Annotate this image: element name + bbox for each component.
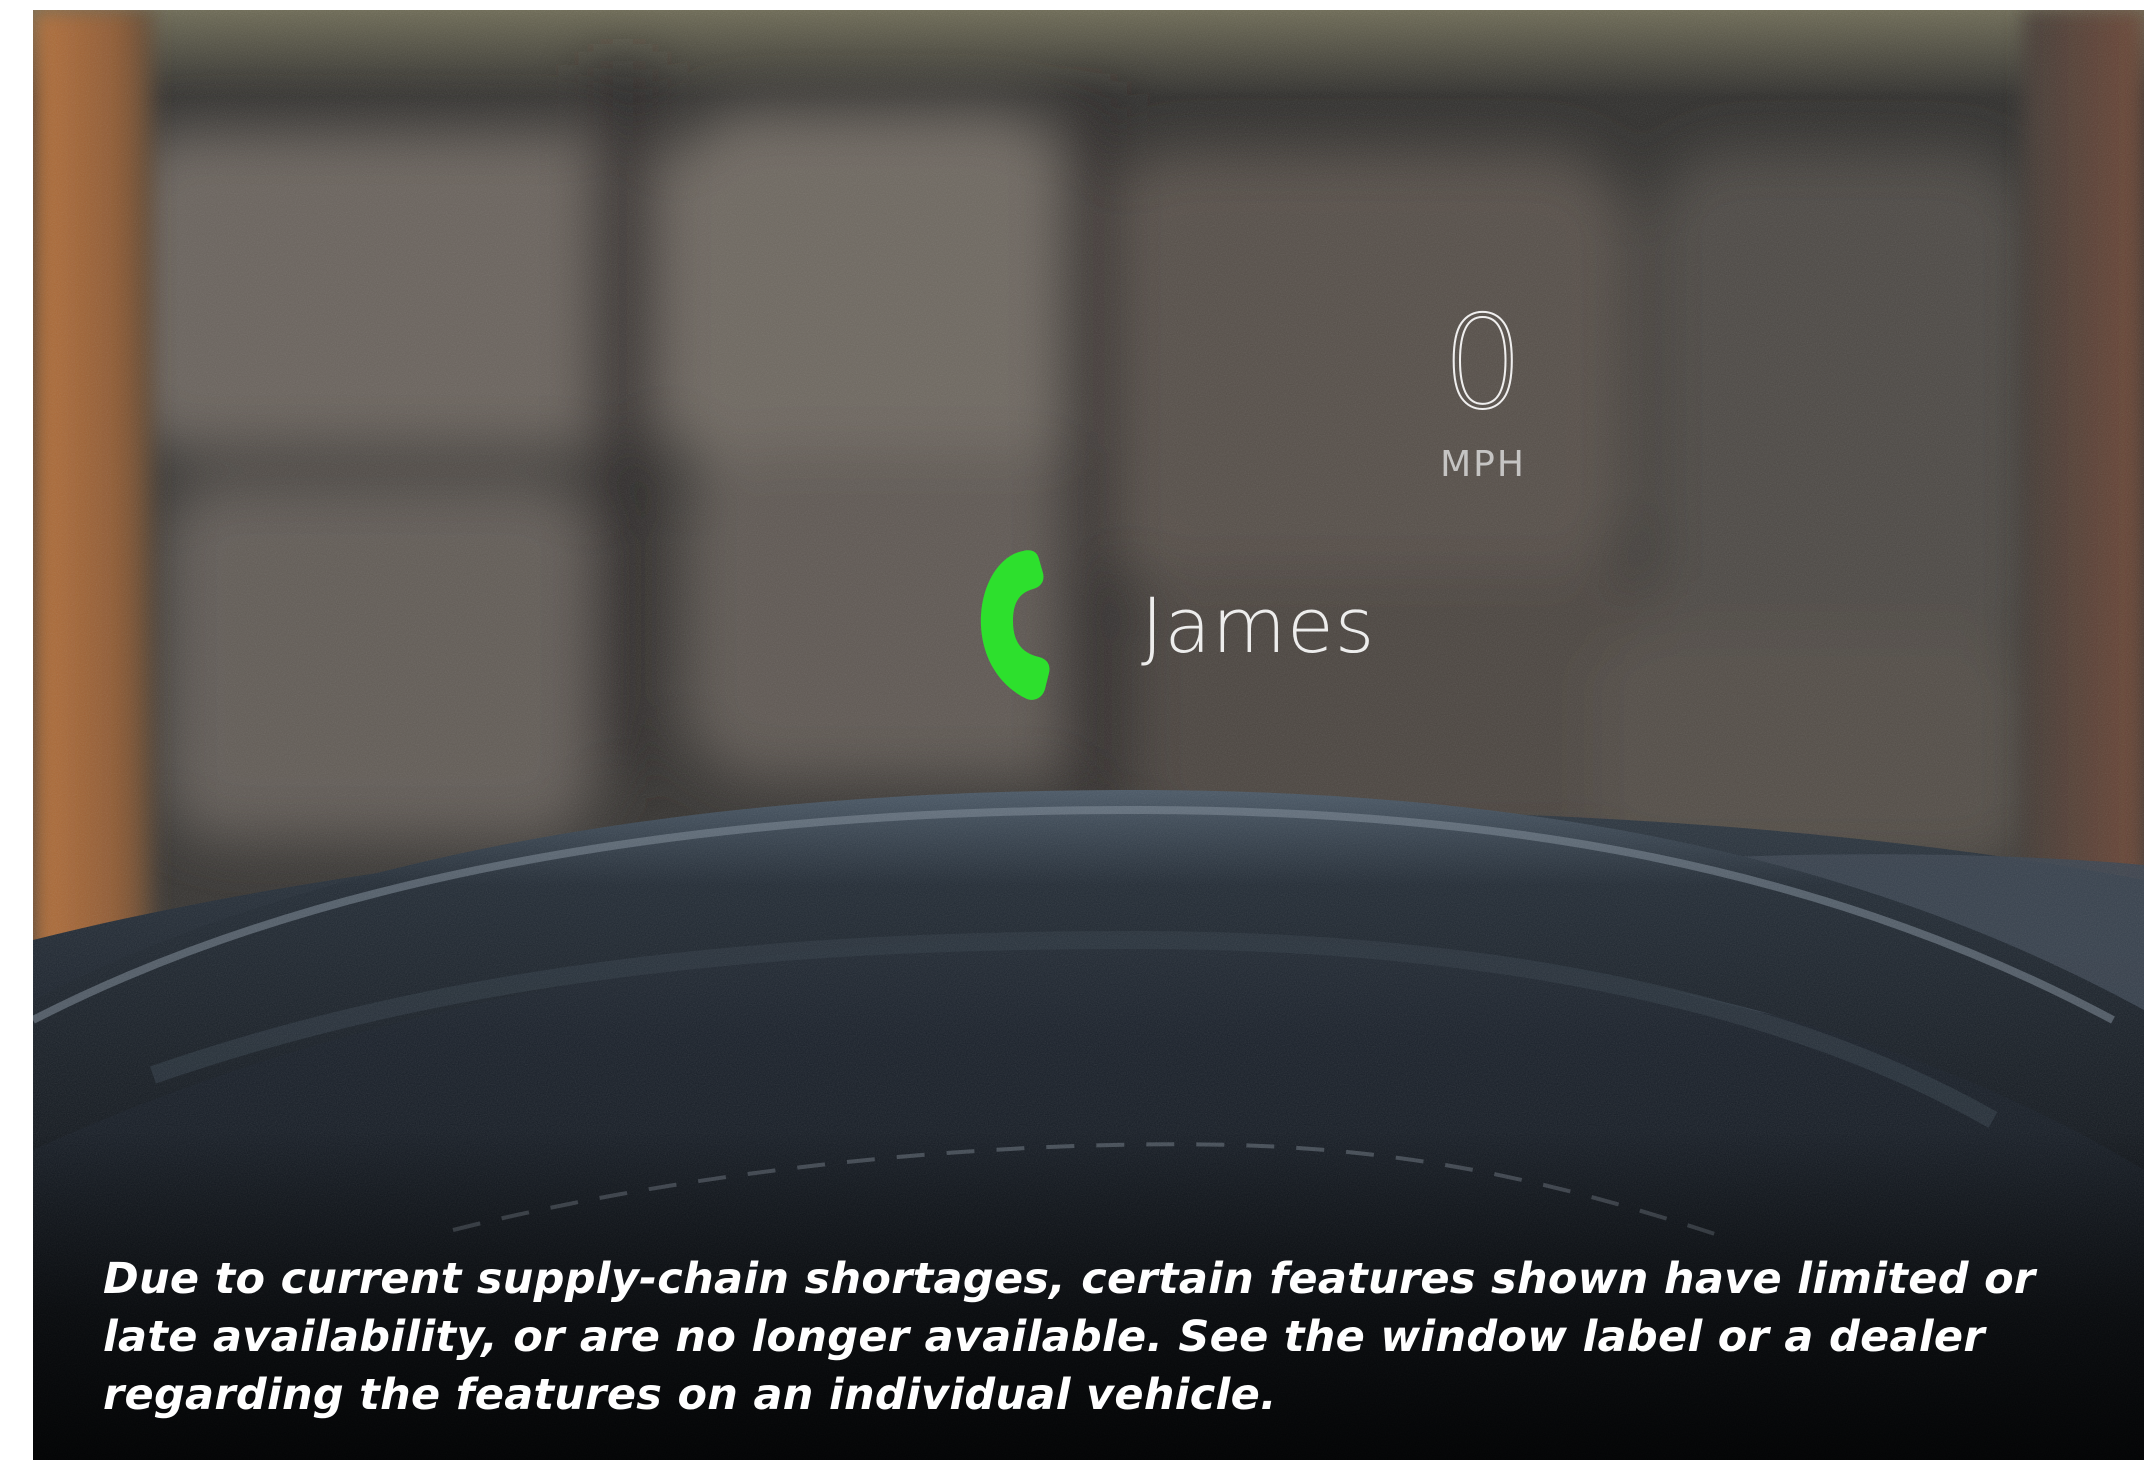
phone-icon <box>980 550 1050 700</box>
speed-value: 0 <box>1441 289 1524 438</box>
hud-photo: 0 MPH James Due to current supply-chain … <box>33 10 2144 1460</box>
caller-name: James <box>1141 580 1376 670</box>
supply-chain-disclaimer: Due to current supply-chain shortages, c… <box>103 1254 2036 1420</box>
hud-speed-readout: 0 MPH <box>1423 289 1543 486</box>
hud-incoming-call: James <box>971 545 1375 705</box>
windshield-scene <box>33 10 2144 1460</box>
speed-unit: MPH <box>1440 444 1526 485</box>
